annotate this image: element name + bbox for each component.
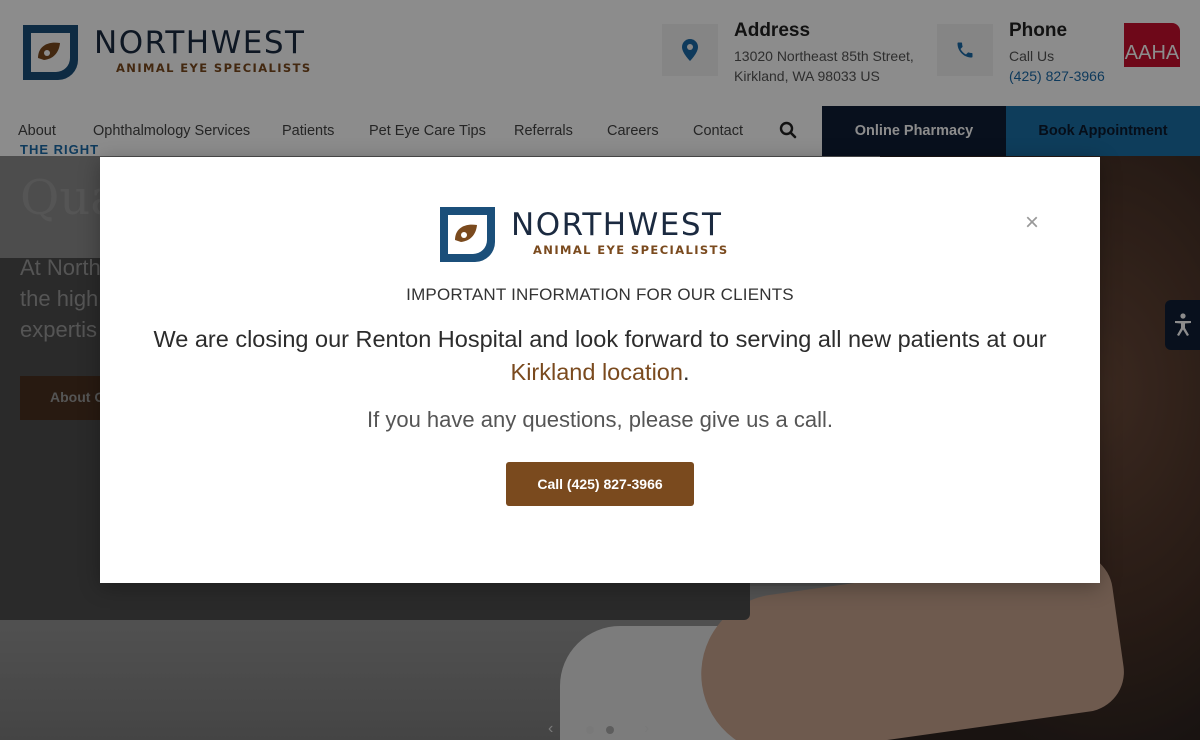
modal-logo-name: NORTHWEST bbox=[511, 207, 723, 243]
call-button[interactable]: Call (425) 827-3966 bbox=[506, 462, 694, 506]
modal-logo: NORTHWEST ANIMAL EYE SPECIALISTS bbox=[437, 204, 747, 266]
modal-message-text: We are closing our Renton Hospital and l… bbox=[153, 326, 1047, 352]
modal-message: We are closing our Renton Hospital and l… bbox=[140, 323, 1060, 389]
close-icon[interactable]: × bbox=[1025, 211, 1039, 235]
modal-heading: IMPORTANT INFORMATION FOR OUR CLIENTS bbox=[406, 285, 794, 304]
kirkland-location-link[interactable]: Kirkland location bbox=[511, 359, 683, 385]
eye-logo-icon bbox=[440, 207, 495, 262]
announcement-modal: × NORTHWEST ANIMAL EYE SPECIALISTS IMPOR… bbox=[100, 157, 1100, 583]
modal-logo-tagline: ANIMAL EYE SPECIALISTS bbox=[533, 243, 729, 257]
modal-subtext: If you have any questions, please give u… bbox=[367, 407, 833, 432]
modal-message-end: . bbox=[682, 359, 690, 385]
